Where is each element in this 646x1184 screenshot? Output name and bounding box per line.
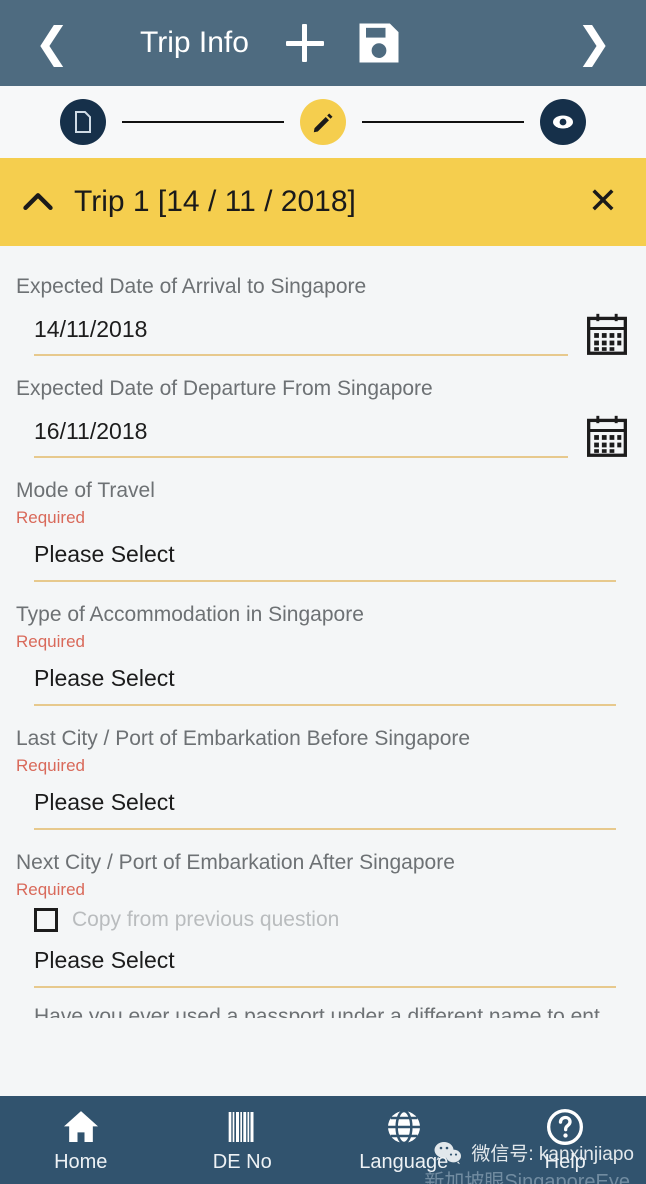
gap [16,712,630,724]
close-trip-icon[interactable]: ✕ [584,184,622,220]
question-circle-icon [547,1108,584,1146]
field-last-city: Last City / Port of Embarkation Before S… [16,724,630,830]
nav-item-de-no[interactable]: DE No [162,1096,324,1184]
gap [16,588,630,600]
date-input-row[interactable]: 14/11/2018 [34,302,630,356]
select-row[interactable]: Please Select [34,530,630,582]
back-chevron-icon[interactable]: ❮ [30,22,74,64]
select-last-city[interactable]: Please Select [34,786,616,830]
barcode-icon [228,1112,254,1142]
select-value: Please Select [34,541,175,567]
nav-label: DE No [212,1151,272,1173]
select-value: Please Select [34,665,175,691]
header-actions [283,17,405,69]
nav-item-help[interactable]: Help [485,1096,646,1184]
copy-previous-checkbox-row[interactable]: Copy from previous question [34,908,630,932]
field-label: Mode of Travel [16,479,155,502]
calendar-icon[interactable] [584,414,630,458]
home-icon [63,1111,98,1142]
required-indicator: Required [16,508,85,527]
select-row[interactable]: Please Select [34,778,630,830]
required-indicator: Required [16,632,85,651]
page-title: Trip Info [140,26,249,59]
select-next-city[interactable]: Please Select [34,944,616,988]
field-label: Type of Accommodation in Singapore [16,603,364,626]
field-mode-of-travel: Mode of Travel Required Please Select [16,476,630,582]
eye-icon [553,115,573,129]
gap [16,362,630,374]
trip-form: Expected Date of Arrival to Singapore 14… [0,246,646,1096]
app-header: ❮ Trip Info ❯ [0,0,646,86]
step-connector-1 [122,121,284,123]
select-accommodation-type[interactable]: Please Select [34,662,616,706]
nav-label: Home [54,1151,108,1173]
field-departure-date: Expected Date of Departure From Singapor… [16,374,630,458]
field-label: Have you ever used a passport under a di… [34,1005,600,1018]
copy-previous-label: Copy from previous question [72,908,340,931]
field-label: Expected Date of Arrival to Singapore [16,275,367,298]
field-arrival-date: Expected Date of Arrival to Singapore 14… [16,272,630,356]
nav-label: Help [544,1151,586,1173]
select-row[interactable]: Please Select [34,654,630,706]
date-value: 16/11/2018 [34,418,148,444]
copy-previous-checkbox[interactable] [34,908,58,932]
step-indicator [0,86,646,158]
gap [16,836,630,848]
field-label: Expected Date of Departure From Singapor… [16,377,433,400]
field-next-city: Next City / Port of Embarkation After Si… [16,848,630,988]
step-edit[interactable] [300,99,346,145]
select-row[interactable]: Please Select [34,936,630,988]
gap [16,464,630,476]
select-mode-of-travel[interactable]: Please Select [34,538,616,582]
date-input-departure[interactable]: 16/11/2018 [34,416,568,458]
add-trip-plus-icon[interactable] [283,21,327,65]
field-accommodation-type: Type of Accommodation in Singapore Requi… [16,600,630,706]
globe-icon [387,1109,420,1145]
clipped-next-question: Have you ever used a passport under a di… [34,1002,630,1018]
field-label: Last City / Port of Embarkation Before S… [16,727,471,750]
step-review[interactable] [540,99,586,145]
trip-accordion-header[interactable]: Trip 1 [14 / 11 / 2018] ✕ [0,158,646,246]
step-document[interactable] [60,99,106,145]
date-input-arrival[interactable]: 14/11/2018 [34,314,568,356]
date-input-row[interactable]: 16/11/2018 [34,404,630,458]
nav-label: Language [359,1151,449,1173]
field-label: Next City / Port of Embarkation After Si… [16,851,455,874]
select-value: Please Select [34,947,175,973]
pencil-icon [313,113,333,133]
bottom-navigation: Home DE No Language Help 微信号: kanxinjiap… [0,1096,646,1184]
nav-item-home[interactable]: Home [0,1096,162,1184]
forward-chevron-icon[interactable]: ❯ [572,22,616,64]
select-value: Please Select [34,789,175,815]
trip-accordion-title: Trip 1 [14 / 11 / 2018] [74,185,356,218]
date-value: 14/11/2018 [34,316,148,342]
required-indicator: Required [16,756,85,775]
app-root: ❮ Trip Info ❯ Trip 1 [14 / 11 / 2018] ✕ … [0,0,646,1184]
step-connector-2 [362,121,524,123]
calendar-icon[interactable] [584,312,630,356]
save-floppy-icon[interactable] [353,17,405,69]
chevron-up-icon[interactable] [18,182,58,222]
nav-item-language[interactable]: Language [323,1096,485,1184]
required-indicator: Required [16,880,85,899]
document-icon [75,111,91,133]
